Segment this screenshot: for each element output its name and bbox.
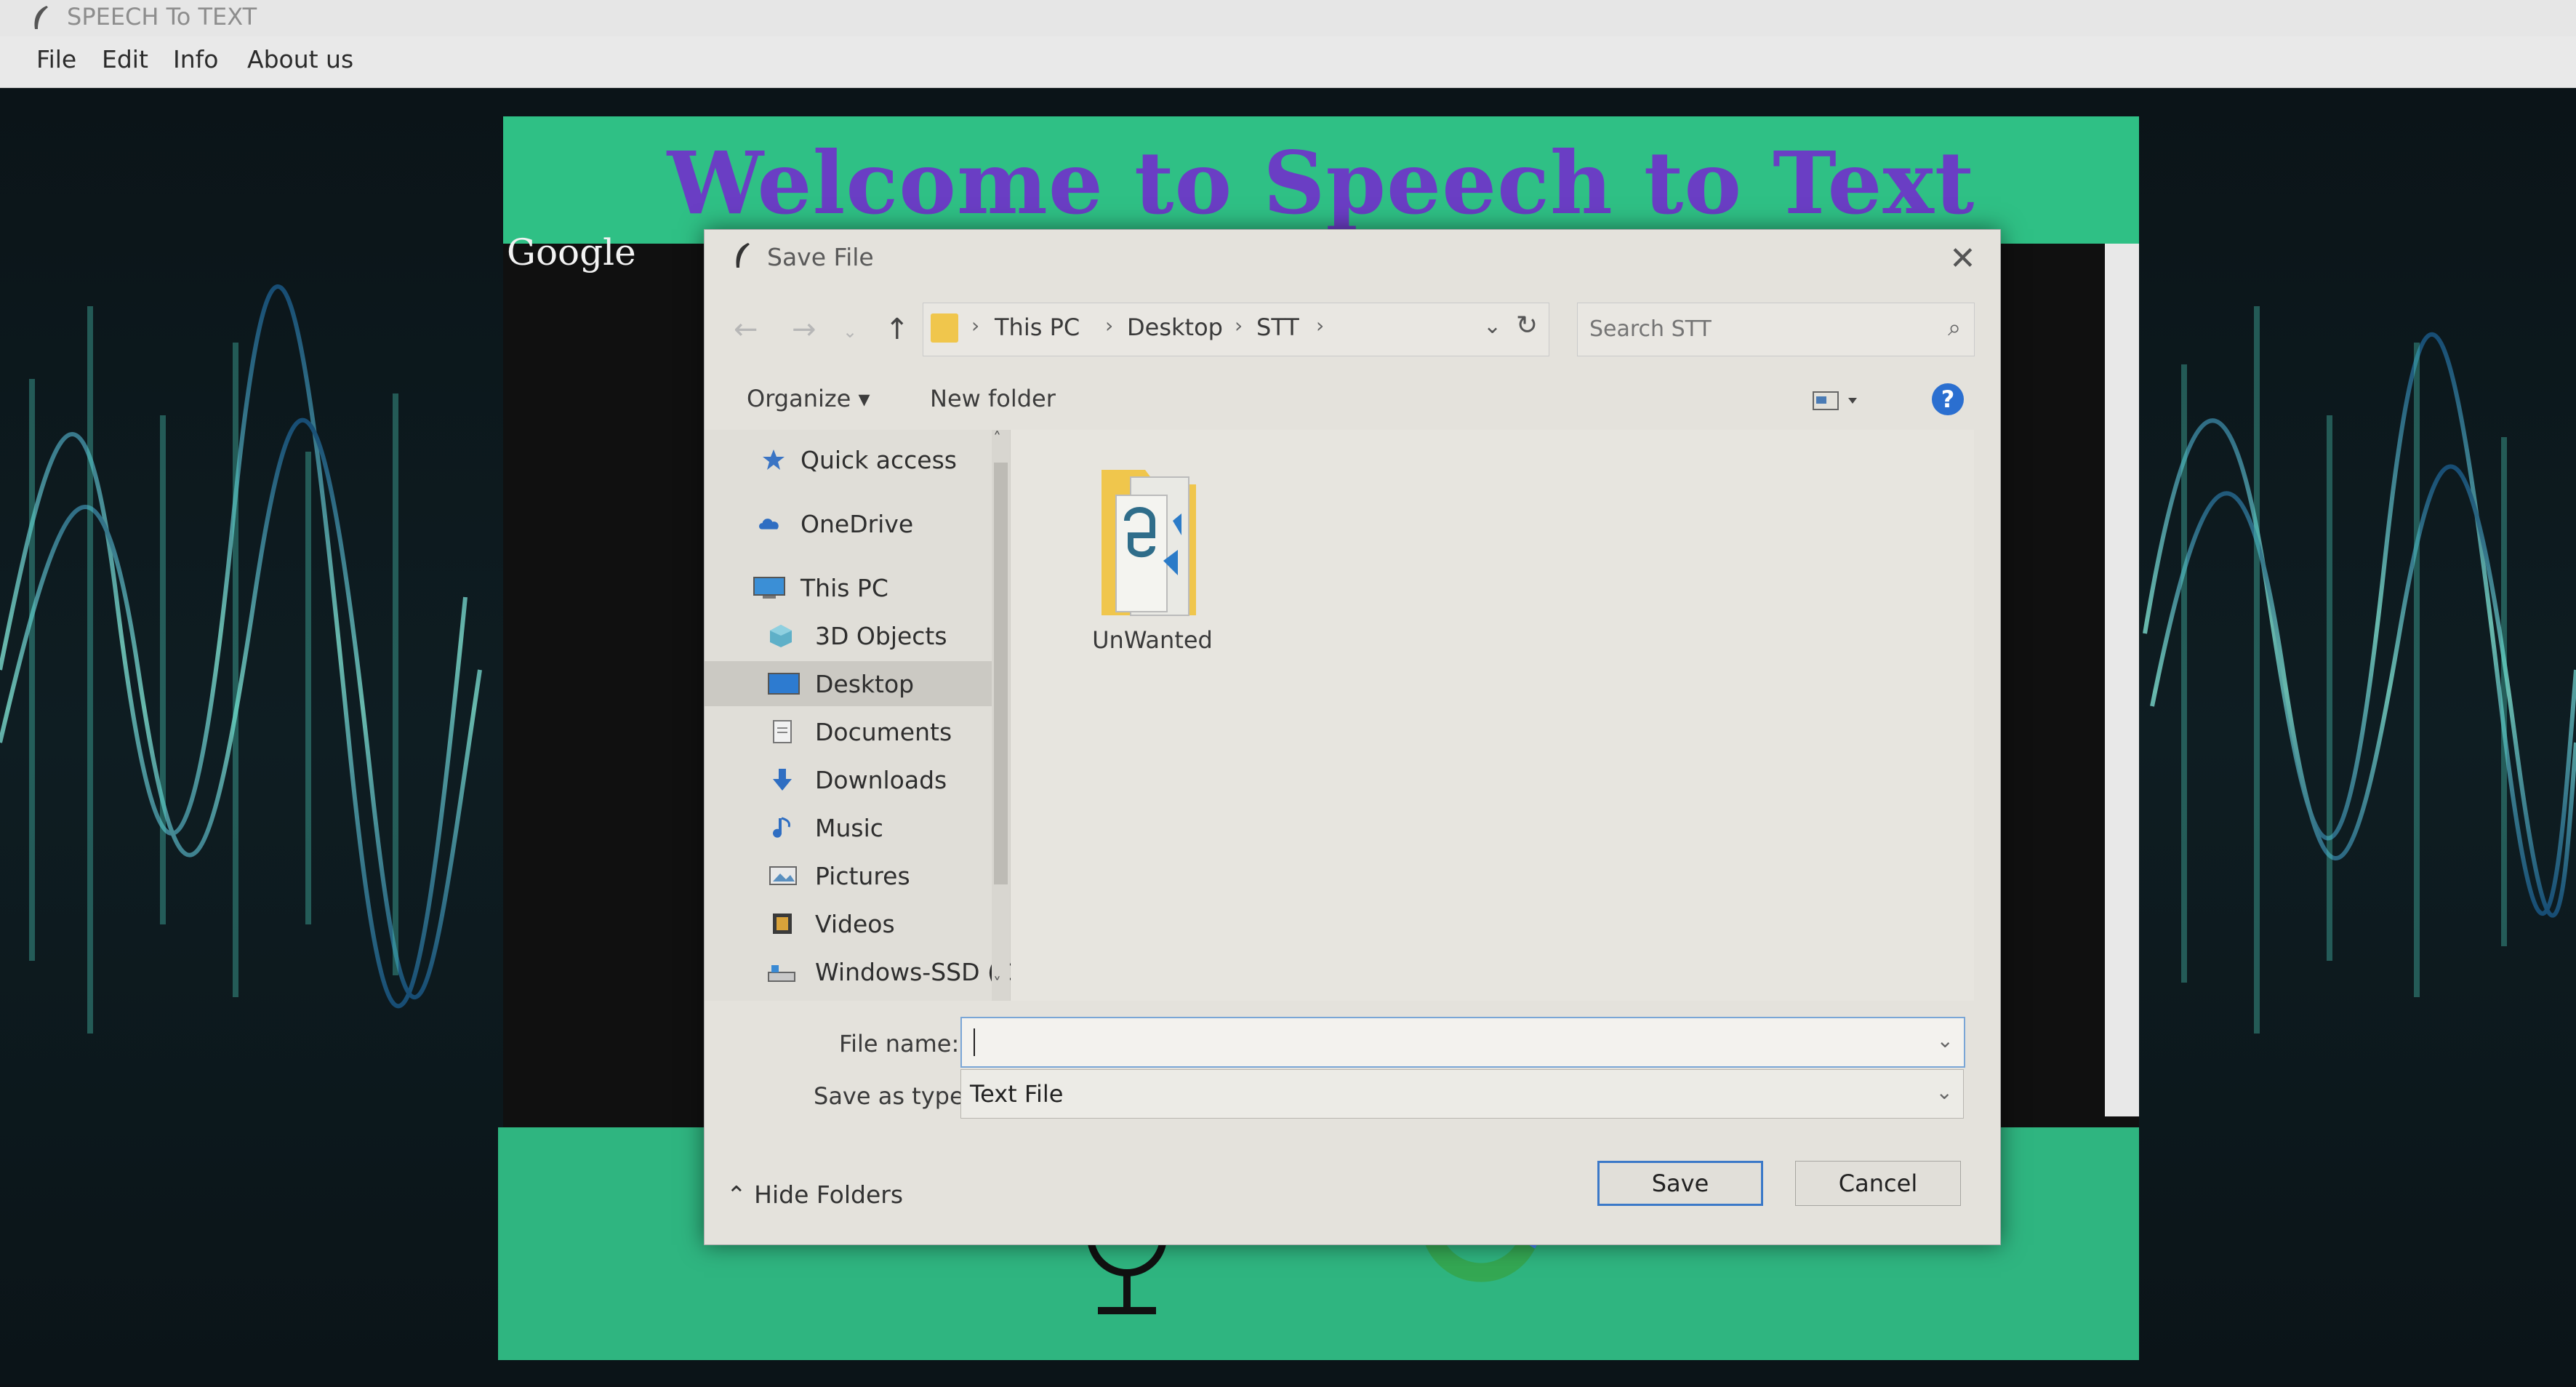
- dialog-toolbar: Organize ▾ New folder ?: [705, 372, 2000, 430]
- app-titlebar: SPEECH To TEXT: [0, 0, 2576, 37]
- download-arrow-icon: [773, 769, 792, 791]
- welcome-banner: Welcome to Speech to Text: [503, 116, 2139, 244]
- nav-item-label: Desktop: [815, 670, 915, 698]
- nav-item-windows-ssd[interactable]: Windows-SSD (C: [705, 949, 1014, 994]
- nav-item-label: Videos: [815, 910, 895, 938]
- save-file-dialog: Save File ✕ ← → ⌄ ↑ › This PC › Desktop …: [704, 229, 2001, 1245]
- nav-item-label: Quick access: [801, 446, 957, 474]
- folder-name: UnWanted: [1092, 626, 1213, 654]
- nav-item-label: Windows-SSD (C: [815, 958, 1014, 986]
- folder-icon: [1102, 470, 1196, 616]
- nav-item-downloads[interactable]: Downloads: [705, 757, 992, 802]
- nav-scrollbar[interactable]: ˄ ˅: [992, 430, 1010, 1001]
- picture-icon: [769, 866, 797, 885]
- menu-file[interactable]: File: [36, 45, 76, 73]
- nav-item-desktop[interactable]: Desktop: [705, 661, 992, 706]
- navigation-row: ← → ⌄ ↑ › This PC › Desktop › STT › ⌄ ↻ …: [705, 303, 2000, 364]
- navigation-pane: Quick access OneDrive This PC 3D Objects: [705, 430, 1014, 1001]
- folder-item[interactable]: UnWanted: [1080, 455, 1225, 666]
- computer-icon: [753, 577, 785, 599]
- nav-item-label: Pictures: [815, 862, 910, 890]
- film-icon: [773, 914, 792, 934]
- app-title: SPEECH To TEXT: [67, 3, 257, 31]
- help-icon[interactable]: ?: [1932, 383, 1964, 415]
- nav-item-label: Documents: [815, 718, 952, 746]
- save-type-row: Save as type: Text File ⌄: [705, 1069, 2000, 1122]
- view-options-icon[interactable]: [1812, 388, 1863, 414]
- dialog-titlebar[interactable]: Save File ✕: [705, 230, 2000, 288]
- content-scrollbar[interactable]: [2105, 244, 2139, 1116]
- nav-item-music[interactable]: Music: [705, 805, 992, 850]
- star-icon: [763, 449, 785, 470]
- feather-icon: [736, 243, 750, 268]
- file-name-field[interactable]: ⌄: [960, 1017, 1965, 1068]
- cloud-icon: [759, 519, 779, 529]
- desktop-icon: [768, 673, 800, 695]
- nav-item-onedrive[interactable]: OneDrive: [705, 501, 992, 546]
- up-arrow-icon[interactable]: ↑: [885, 313, 910, 346]
- folder-icon: [931, 313, 958, 343]
- welcome-title: Welcome to Speech to Text: [667, 132, 1975, 233]
- feather-icon: [34, 6, 48, 29]
- nav-item-3d-objects[interactable]: 3D Objects: [705, 613, 992, 658]
- breadcrumb-separator: ›: [971, 313, 980, 337]
- menu-bar: File Edit Info About us: [0, 36, 2576, 88]
- nav-item-documents[interactable]: Documents: [705, 709, 992, 754]
- breadcrumb-separator: ›: [1316, 313, 1325, 337]
- file-name-label: File name:: [839, 1030, 960, 1058]
- breadcrumb-this-pc[interactable]: This PC: [995, 313, 1080, 341]
- music-note-icon: [773, 817, 790, 838]
- scroll-thumb[interactable]: [994, 463, 1008, 884]
- nav-item-label: Music: [815, 814, 883, 842]
- cancel-button[interactable]: Cancel: [1795, 1161, 1961, 1206]
- forward-arrow-icon[interactable]: →: [792, 313, 816, 346]
- nav-item-label: Downloads: [815, 766, 947, 794]
- nav-item-label: 3D Objects: [815, 622, 947, 650]
- chevron-down-icon[interactable]: ˅: [993, 975, 1001, 994]
- file-pane: UnWanted: [1011, 430, 1974, 1001]
- organize-menu[interactable]: Organize ▾: [747, 385, 870, 412]
- search-icon[interactable]: ⌕: [1948, 313, 1961, 342]
- cube-icon: [770, 625, 792, 647]
- nav-item-videos[interactable]: Videos: [705, 901, 992, 946]
- address-bar[interactable]: › This PC › Desktop › STT › ⌄ ↻: [923, 303, 1549, 356]
- nav-item-this-pc[interactable]: This PC: [705, 565, 992, 610]
- refresh-icon[interactable]: ↻: [1516, 311, 1538, 340]
- google-label: Google: [507, 231, 636, 273]
- chevron-down-icon[interactable]: ⌄: [1483, 313, 1501, 339]
- back-arrow-icon[interactable]: ←: [734, 313, 758, 346]
- chevron-up-icon[interactable]: ˄: [993, 430, 1001, 448]
- text-caret: [974, 1028, 975, 1056]
- breadcrumb-separator: ›: [1105, 313, 1114, 337]
- nav-item-label: OneDrive: [801, 510, 914, 538]
- recent-chevron-icon[interactable]: ⌄: [843, 321, 857, 342]
- save-type-select[interactable]: Text File ⌄: [960, 1069, 1964, 1119]
- chevron-down-icon[interactable]: ⌄: [1937, 1028, 1954, 1052]
- hide-folders-label: Hide Folders: [754, 1180, 904, 1209]
- new-folder-button[interactable]: New folder: [930, 385, 1056, 412]
- search-input[interactable]: [1588, 313, 1925, 344]
- dialog-title: Save File: [767, 243, 874, 271]
- nav-item-label: This PC: [801, 574, 888, 602]
- chevron-up-icon: ⌃: [726, 1180, 755, 1209]
- menu-info[interactable]: Info: [173, 45, 218, 73]
- save-type-value: Text File: [970, 1080, 1064, 1108]
- close-icon[interactable]: ✕: [1949, 240, 1976, 277]
- save-type-label: Save as type:: [814, 1082, 972, 1110]
- breadcrumb-desktop[interactable]: Desktop: [1127, 313, 1223, 341]
- breadcrumb-separator: ›: [1235, 313, 1243, 337]
- breadcrumb-stt[interactable]: STT: [1256, 313, 1299, 341]
- chevron-down-icon[interactable]: ⌄: [1936, 1080, 1953, 1104]
- menu-edit[interactable]: Edit: [102, 45, 148, 73]
- search-box[interactable]: ⌕: [1577, 303, 1975, 356]
- nav-item-pictures[interactable]: Pictures: [705, 853, 992, 898]
- nav-item-quick-access[interactable]: Quick access: [705, 437, 992, 482]
- menu-about-us[interactable]: About us: [247, 45, 353, 73]
- hide-folders-button[interactable]: ⌃ Hide Folders: [726, 1180, 903, 1209]
- drive-icon: [768, 965, 795, 982]
- document-icon: [773, 720, 792, 743]
- save-button[interactable]: Save: [1597, 1161, 1763, 1206]
- file-name-row: File name: ⌄: [705, 1017, 2000, 1069]
